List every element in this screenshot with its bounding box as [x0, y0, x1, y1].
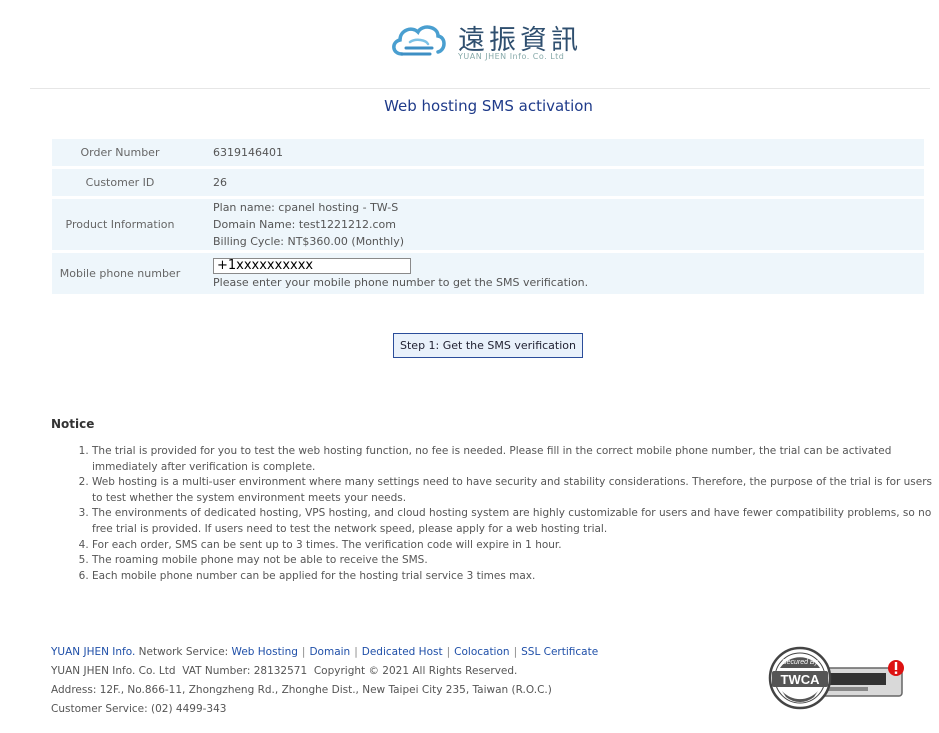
network-service-text: Network Service: [138, 646, 229, 658]
footer-link-domain[interactable]: Domain [309, 646, 350, 658]
customer-id-value: 26 [188, 169, 924, 196]
plan-name-text: Plan name: cpanel hosting - TW-S [213, 201, 399, 214]
product-information-label: Product Information [52, 199, 188, 250]
footer-company-link[interactable]: YUAN JHEN Info. [51, 646, 135, 658]
footer-address-line: Address: 12F., No.866-11, Zhongzheng Rd.… [51, 684, 552, 696]
link-separator: | [513, 646, 518, 658]
mobile-phone-label: Mobile phone number [52, 253, 188, 294]
header-divider [30, 88, 930, 89]
notice-item: The roaming mobile phone may not be able… [92, 553, 939, 569]
badge-twca-text: TWCA [781, 672, 821, 687]
notice-item: The environments of dedicated hosting, V… [92, 506, 939, 537]
get-sms-verification-button[interactable]: Step 1: Get the SMS verification [393, 333, 583, 358]
page-title: Web hosting SMS activation [384, 97, 593, 115]
twca-security-badge[interactable]: Secured By TWCA [768, 646, 908, 710]
order-number-label: Order Number [52, 139, 188, 166]
badge-secured-by-text: Secured By [782, 659, 819, 666]
mobile-phone-hint: Please enter your mobile phone number to… [213, 275, 589, 289]
table-row-product-information: Product Information Plan name: cpanel ho… [52, 199, 924, 250]
footer-copyright-line: YUAN JHEN Info. Co. Ltd VAT Number: 2813… [51, 665, 518, 677]
product-information-value: Plan name: cpanel hosting - TW-S Domain … [188, 199, 924, 250]
link-separator: | [354, 646, 358, 658]
notice-item: Each mobile phone number can be applied … [92, 569, 939, 585]
notice-item: For each order, SMS can be sent up to 3 … [92, 538, 939, 554]
order-info-table: Order Number 6319146401 Customer ID 26 P… [52, 136, 924, 297]
table-row-order-number: Order Number 6319146401 [52, 139, 924, 166]
link-separator: | [446, 646, 451, 658]
footer-link-web-hosting[interactable]: Web Hosting [232, 646, 298, 658]
footer-link-ssl-certificate[interactable]: SSL Certificate [521, 646, 598, 658]
page-footer: YUAN JHEN Info. Network Service: Web Hos… [51, 643, 598, 719]
company-logo[interactable]: 遠振資訊 YUAN JHEN Info. Co. Ltd [388, 18, 588, 64]
notice-item: Web hosting is a multi-user environment … [92, 475, 939, 506]
domain-name-text: Domain Name: test1221212.com [213, 218, 396, 231]
mobile-phone-input[interactable] [213, 257, 411, 274]
footer-link-colocation[interactable]: Colocation [454, 646, 509, 658]
cloud-logo-icon [392, 25, 446, 56]
page-header: 遠振資訊 YUAN JHEN Info. Co. Ltd [0, 0, 939, 89]
logo-english-text: YUAN JHEN Info. Co. Ltd [458, 52, 565, 61]
twca-seal-icon: Secured By TWCA [768, 646, 904, 710]
table-row-customer-id: Customer ID 26 [52, 169, 924, 196]
billing-cycle-text: Billing Cycle: NT$360.00 (Monthly) [213, 235, 405, 248]
footer-customer-service-line: Customer Service: (02) 4499-343 [51, 703, 227, 715]
table-row-mobile-phone: Mobile phone number Please enter your mo… [52, 253, 924, 294]
order-number-value: 6319146401 [188, 139, 924, 166]
notice-list: The trial is provided for you to test th… [76, 444, 939, 584]
link-separator: | [301, 646, 306, 658]
customer-id-label: Customer ID [52, 169, 188, 196]
footer-links-line: YUAN JHEN Info. Network Service: Web Hos… [51, 643, 598, 662]
mobile-phone-cell: Please enter your mobile phone number to… [188, 253, 924, 294]
notice-title: Notice [51, 417, 95, 431]
footer-link-dedicated-host[interactable]: Dedicated Host [362, 646, 443, 658]
notice-item: The trial is provided for you to test th… [92, 444, 939, 475]
